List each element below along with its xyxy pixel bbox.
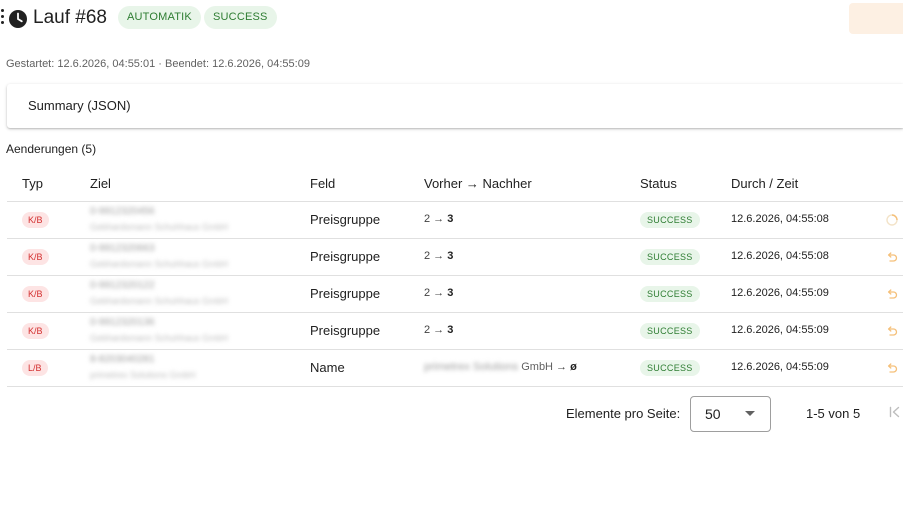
before-value: GmbH: [521, 361, 553, 373]
before-after: 2 → 3: [424, 287, 454, 299]
target-id: 0-9912320456: [90, 206, 155, 217]
row-status-chip: SUCCESS: [640, 323, 700, 339]
table-header: Typ Ziel Feld Vorher → Nachher Status Du…: [7, 164, 903, 202]
run-header: Lauf #68 AUTOMATIK SUCCESS: [0, 0, 903, 36]
drag-handle-icon[interactable]: [1, 9, 4, 29]
changes-table: Typ Ziel Feld Vorher → Nachher Status Du…: [7, 164, 903, 387]
type-chip: K/B: [22, 286, 49, 302]
page-size-select[interactable]: 50: [690, 396, 771, 432]
target-name: Gebhardsmann Schuhhaus GmbH: [90, 333, 229, 343]
column-header-ziel[interactable]: Ziel: [90, 176, 111, 191]
target-id: 0-9912320663: [90, 243, 155, 254]
field-name: Name: [310, 360, 345, 375]
after-value: 3: [447, 250, 454, 262]
page-size-label: Elemente pro Seite:: [566, 406, 681, 421]
type-chip: K/B: [22, 212, 49, 228]
undo-icon[interactable]: [885, 361, 899, 375]
row-status-chip: SUCCESS: [640, 360, 700, 376]
mode-chip: AUTOMATIK: [118, 6, 201, 29]
field-name: Preisgruppe: [310, 249, 381, 264]
target-name: Gebhardsmann Schuhhaus GmbH: [90, 296, 229, 306]
row-time: 12.6.2026, 04:55:09: [731, 324, 829, 336]
page-range: 1-5 von 5: [806, 406, 861, 421]
type-chip: L/B: [22, 360, 48, 376]
before-value: 2: [424, 287, 431, 299]
first-page-icon[interactable]: [888, 405, 902, 419]
undo-icon[interactable]: [885, 250, 899, 264]
target-id: 0-9912320122: [90, 280, 155, 291]
column-header-feld[interactable]: Feld: [310, 176, 335, 191]
summary-panel[interactable]: Summary (JSON): [7, 84, 903, 128]
row-status-chip: SUCCESS: [640, 212, 700, 228]
target-id: 0-9912320136: [90, 317, 155, 328]
target-name: Gebhardsmann Schuhhaus GmbH: [90, 222, 229, 232]
column-header-durch-zeit[interactable]: Durch / Zeit: [731, 176, 798, 191]
column-header-vorher-nachher[interactable]: Vorher → Nachher: [424, 176, 532, 191]
after-value: 3: [447, 324, 454, 336]
changes-title: Aenderungen (5): [6, 142, 97, 156]
status-chip: SUCCESS: [204, 6, 277, 29]
summary-title: Summary (JSON): [28, 98, 131, 113]
page-title: Lauf #68: [33, 7, 107, 28]
table-row: K/B 0-9912320663 Gebhardsmann Schuhhaus …: [7, 239, 903, 276]
table-row: L/B 8-8203040281 primetrex Solutions Gmb…: [7, 350, 903, 387]
row-time: 12.6.2026, 04:55:08: [731, 250, 829, 262]
after-value: 3: [447, 213, 454, 225]
target-name: primetrex Solutions GmbH: [90, 370, 196, 380]
column-header-status[interactable]: Status: [640, 176, 677, 191]
field-name: Preisgruppe: [310, 323, 381, 338]
before-after: 2 → 3: [424, 324, 454, 336]
page-size-value: 50: [705, 406, 721, 422]
before-after: 2 → 3: [424, 213, 454, 225]
undo-icon[interactable]: [885, 287, 899, 301]
field-name: Preisgruppe: [310, 212, 381, 227]
row-status-chip: SUCCESS: [640, 249, 700, 265]
table-row: K/B 0-9912320456 Gebhardsmann Schuhhaus …: [7, 202, 903, 239]
row-time: 12.6.2026, 04:55:08: [731, 213, 829, 225]
after-value: 3: [447, 287, 454, 299]
undo-icon[interactable]: [885, 324, 899, 338]
after-value: ø: [570, 361, 577, 373]
before-value: 2: [424, 324, 431, 336]
table-row: K/B 0-9912320136 Gebhardsmann Schuhhaus …: [7, 313, 903, 350]
before-after: 2 → 3: [424, 250, 454, 262]
history-icon: [9, 10, 27, 28]
target-id: 8-8203040281: [90, 354, 155, 365]
row-time: 12.6.2026, 04:55:09: [731, 361, 829, 373]
field-name: Preisgruppe: [310, 286, 381, 301]
before-value: 2: [424, 213, 431, 225]
spinner-icon: [886, 214, 898, 226]
before-after: primetrex Solutions GmbH → ø: [424, 361, 577, 373]
column-header-typ[interactable]: Typ: [22, 176, 43, 191]
before-value-redacted: primetrex Solutions: [424, 361, 519, 373]
run-times: Gestartet: 12.6.2026, 04:55:01 · Beendet…: [6, 58, 310, 70]
table-row: K/B 0-9912320122 Gebhardsmann Schuhhaus …: [7, 276, 903, 313]
header-action-button[interactable]: [849, 3, 903, 34]
type-chip: K/B: [22, 323, 49, 339]
type-chip: K/B: [22, 249, 49, 265]
row-time: 12.6.2026, 04:55:09: [731, 287, 829, 299]
dropdown-arrow-icon: [745, 411, 755, 416]
row-status-chip: SUCCESS: [640, 286, 700, 302]
before-value: 2: [424, 250, 431, 262]
target-name: Gebhardsmann Schuhhaus GmbH: [90, 259, 229, 269]
